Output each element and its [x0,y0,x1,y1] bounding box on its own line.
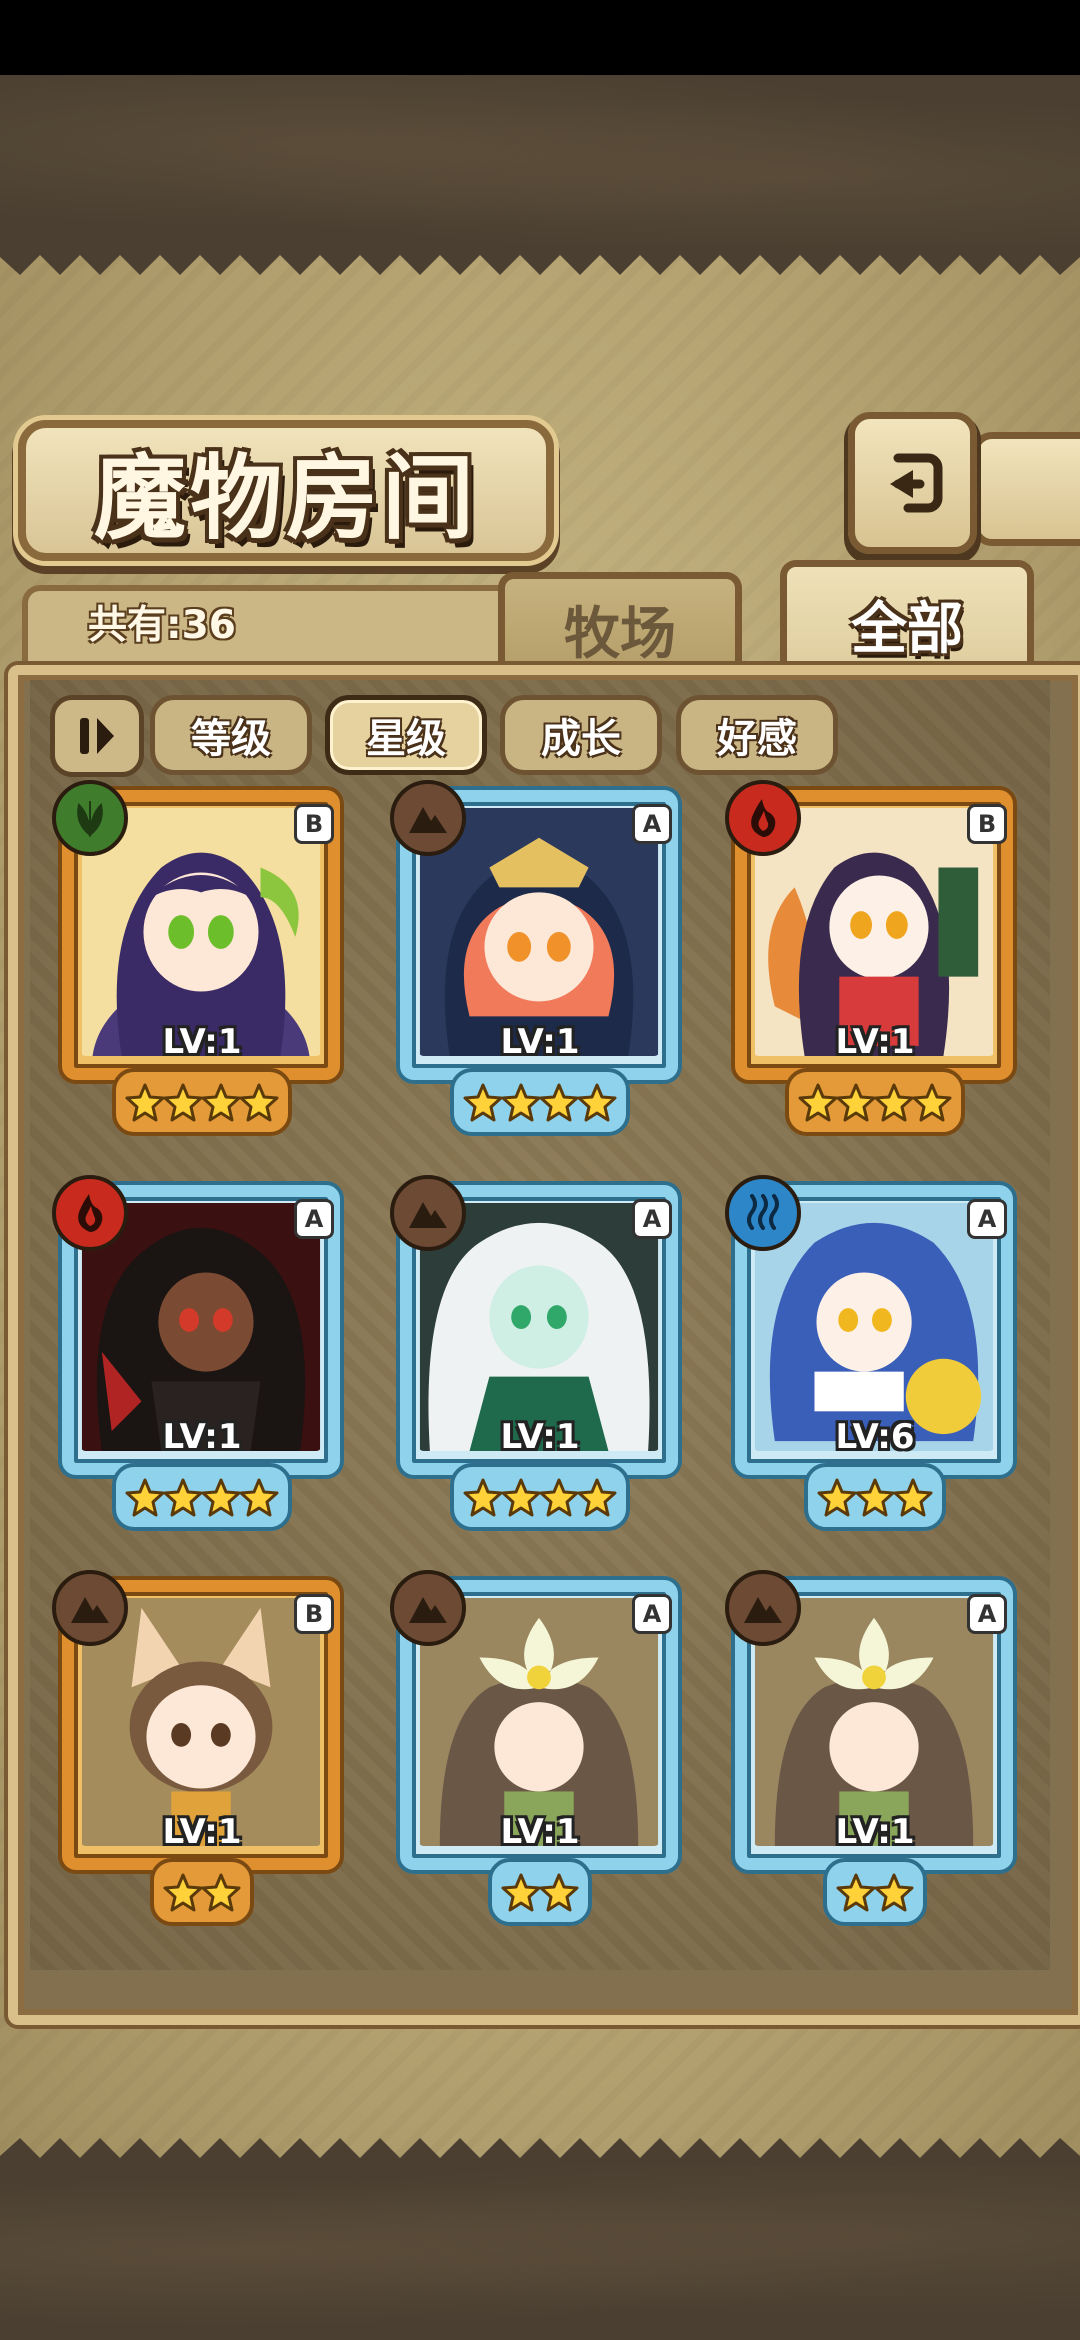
monster-card[interactable]: A LV:1 [390,1175,690,1535]
star-icon [163,1478,203,1517]
star-rating [823,1858,927,1926]
star-icon [912,1083,952,1122]
steam-icon [725,1175,801,1251]
tab-all[interactable]: 全部 [780,560,1034,682]
star-icon [817,1478,857,1517]
monster-card[interactable]: A LV:1 [390,780,690,1140]
monster-card[interactable]: A LV:1 [390,1570,690,1930]
star-icon [201,1478,241,1517]
star-icon [501,1083,541,1122]
star-rating [804,1463,946,1531]
filter-star[interactable]: 星级 [325,695,487,775]
monster-count: 共有:36 [88,603,236,648]
sort-toggle-icon [80,718,114,754]
star-icon [201,1873,241,1912]
rank-badge: A [967,1594,1007,1634]
star-icon [798,1083,838,1122]
monster-card[interactable]: A LV:1 [725,1570,1025,1930]
monster-level: LV:1 [835,1812,915,1852]
return-arrow-icon [889,453,942,513]
tab-ranch[interactable]: 牧场 [498,572,742,679]
monster-level: LV:1 [500,1022,580,1062]
monster-card[interactable]: A LV:6 [725,1175,1025,1535]
star-icon [163,1083,203,1122]
rank-badge: A [632,1594,672,1634]
star-icon [539,1083,579,1122]
star-icon [125,1083,165,1122]
star-rating [112,1068,292,1136]
star-icon [463,1478,503,1517]
monster-card[interactable]: B LV:1 [52,1570,352,1930]
star-icon [463,1083,503,1122]
tab-all-label: 全部 [851,596,963,662]
monster-level: LV:1 [162,1022,242,1062]
flame-icon [725,780,801,856]
rank-badge: A [967,1199,1007,1239]
rank-badge: B [294,1594,334,1634]
mountain-icon [390,1570,466,1646]
star-rating [150,1858,254,1926]
monster-level: LV:1 [500,1417,580,1457]
sort-order-toggle[interactable] [50,695,144,777]
rank-badge: A [632,1199,672,1239]
rank-badge: A [294,1199,334,1239]
monster-level: LV:1 [162,1417,242,1457]
mountain-icon [390,780,466,856]
monster-level: LV:1 [500,1812,580,1852]
back-button-tab [972,432,1080,546]
title-plate: 魔物房间 [18,420,554,561]
rank-badge: A [632,804,672,844]
star-icon [539,1873,579,1912]
star-icon [836,1083,876,1122]
star-icon [201,1083,241,1122]
star-rating [785,1068,965,1136]
rank-badge: B [967,804,1007,844]
monster-level: LV:6 [835,1417,915,1457]
mountain-icon [725,1570,801,1646]
star-icon [874,1873,914,1912]
star-icon [893,1478,933,1517]
star-rating [450,1068,630,1136]
map-background-top [0,75,1080,245]
page-title: 魔物房间 [93,444,478,552]
monster-card[interactable]: B LV:1 [725,780,1025,1140]
mountain-icon [52,1570,128,1646]
star-icon [855,1478,895,1517]
star-icon [577,1083,617,1122]
flame-icon [52,1175,128,1251]
zigzag-edge-top [0,245,1080,275]
map-background-bottom [0,2165,1080,2340]
star-rating [488,1858,592,1926]
star-rating [450,1463,630,1531]
filter-growth[interactable]: 成长 [500,695,662,775]
star-icon [501,1873,541,1912]
star-icon [539,1478,579,1517]
star-icon [577,1478,617,1517]
filter-affection[interactable]: 好感 [676,695,838,775]
zigzag-edge-bottom [0,2138,1080,2168]
star-icon [239,1478,279,1517]
star-rating [112,1463,292,1531]
tab-ranch-label: 牧场 [564,600,676,667]
filter-level[interactable]: 等级 [150,695,312,775]
star-icon [836,1873,876,1912]
monster-card[interactable]: B LV:1 [52,780,352,1140]
monster-card[interactable]: A LV:1 [52,1175,352,1535]
leaf-icon [52,780,128,856]
status-bar [0,0,1080,75]
back-button[interactable] [848,412,977,554]
monster-level: LV:1 [162,1812,242,1852]
star-icon [239,1083,279,1122]
monster-level: LV:1 [835,1022,915,1062]
mountain-icon [390,1175,466,1251]
star-icon [125,1478,165,1517]
star-icon [501,1478,541,1517]
rank-badge: B [294,804,334,844]
star-icon [163,1873,203,1912]
star-icon [874,1083,914,1122]
